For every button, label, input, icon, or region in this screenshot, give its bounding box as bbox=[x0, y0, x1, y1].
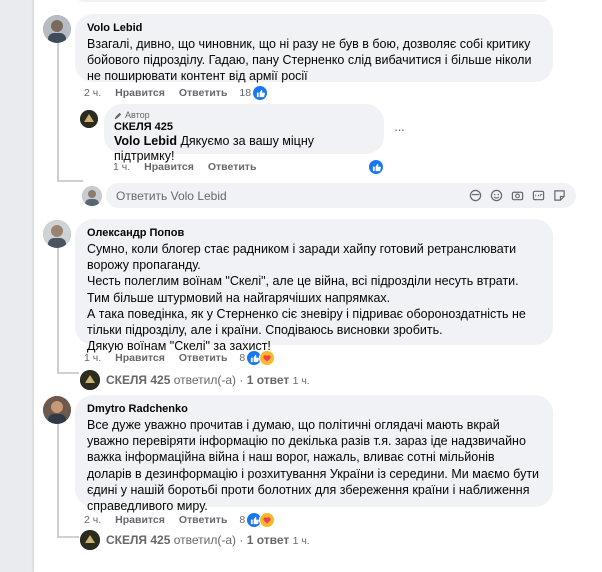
comment-bubble: Dmytro Radchenko Все дуже уважно прочита… bbox=[75, 395, 553, 513]
replies-time: 1 ч. bbox=[292, 535, 310, 547]
comment-actions: 1 ч. Нравится Ответить 8 bbox=[84, 350, 276, 366]
comment-time[interactable]: 1 ч. bbox=[84, 352, 101, 364]
reply-time[interactable]: 1 ч. bbox=[113, 161, 130, 173]
thread-line bbox=[57, 42, 59, 182]
reply-link[interactable]: Ответить bbox=[179, 87, 228, 99]
avatar-photo-icon bbox=[82, 186, 102, 206]
thread-line bbox=[57, 246, 59, 374]
comment-author[interactable]: Volo Lebid bbox=[87, 21, 541, 36]
reaction-number: 18 bbox=[239, 87, 252, 99]
replies-summary[interactable]: СКЕЛЯ 425 ответил(-а) · 1 ответ 1 ч. bbox=[80, 530, 310, 550]
care-reaction-icon bbox=[259, 350, 276, 366]
thumbs-up-icon[interactable] bbox=[369, 160, 383, 174]
replies-count: 1 ответ bbox=[246, 533, 290, 547]
avatar-photo-icon bbox=[43, 220, 71, 248]
reply-bubble: Автор СКЕЛЯ 425 Volo Lebid Дякуємо за ва… bbox=[104, 104, 384, 163]
like-link[interactable]: Нравится bbox=[144, 161, 194, 173]
replies-time: 1 ч. bbox=[292, 375, 310, 387]
more-options-button[interactable]: ··· bbox=[394, 122, 405, 137]
avatar[interactable] bbox=[43, 15, 71, 43]
replier-name: СКЕЛЯ 425 bbox=[106, 533, 171, 547]
like-link[interactable]: Нравится bbox=[115, 352, 165, 364]
replies-count: 1 ответ bbox=[246, 373, 290, 387]
reply-link[interactable]: Ответить bbox=[208, 161, 257, 173]
comment-bubble: Олександр Попов Сумно, коли блогер стає … bbox=[75, 219, 553, 353]
thumbs-up-icon bbox=[253, 86, 268, 100]
input-toolbar bbox=[469, 189, 566, 202]
avatar-photo-icon bbox=[43, 15, 71, 43]
comment-time[interactable]: 2 ч. bbox=[84, 87, 101, 99]
emoji-icon[interactable] bbox=[490, 189, 503, 202]
replier-name: СКЕЛЯ 425 bbox=[106, 373, 171, 387]
like-link[interactable]: Нравится bbox=[115, 514, 165, 526]
author-badge: Автор bbox=[114, 110, 374, 121]
replies-action: ответил(-а) · bbox=[170, 373, 247, 387]
reply-input[interactable]: Ответить Volo Lebid bbox=[106, 183, 576, 208]
reply-mention[interactable]: Volo Lebid bbox=[114, 134, 177, 148]
thread-line bbox=[57, 422, 59, 538]
comment-actions: 2 ч. Нравится Ответить 8 bbox=[84, 512, 276, 528]
reply-link[interactable]: Ответить bbox=[179, 352, 228, 364]
replies-summary[interactable]: СКЕЛЯ 425 ответил(-а) · 1 ответ 1 ч. bbox=[80, 370, 310, 390]
reply-author[interactable]: СКЕЛЯ 425 bbox=[114, 121, 374, 134]
reply-actions: 1 ч. Нравится Ответить bbox=[113, 161, 256, 173]
current-user-avatar bbox=[82, 186, 102, 206]
avatar-sticker-icon[interactable] bbox=[469, 189, 482, 202]
thread-line bbox=[57, 536, 79, 538]
thread-line bbox=[57, 180, 83, 182]
camera-icon[interactable] bbox=[511, 189, 524, 202]
replies-summary-text: СКЕЛЯ 425 ответил(-а) · 1 ответ 1 ч. bbox=[106, 373, 310, 387]
comment-bubble: Volo Lebid Взагалі, дивно, що чиновник, … bbox=[75, 14, 553, 84]
like-link[interactable]: Нравится bbox=[115, 87, 165, 99]
avatar[interactable] bbox=[43, 396, 71, 424]
unit-logo-icon bbox=[80, 370, 100, 390]
unit-logo-icon bbox=[80, 110, 98, 128]
comment-text: Сумно, коли блогер стає радником і зарад… bbox=[87, 242, 526, 354]
comment-text: Все дуже уважно прочитав і думаю, що пол… bbox=[87, 418, 543, 514]
avatar[interactable] bbox=[43, 220, 71, 248]
avatar[interactable] bbox=[80, 110, 98, 128]
reaction-count[interactable]: 8 bbox=[239, 512, 276, 528]
thread-line bbox=[57, 372, 79, 374]
avatar-photo-icon bbox=[43, 396, 71, 424]
previous-comment-bottom bbox=[74, 0, 552, 2]
comment-text: Взагалі, дивно, що чиновник, що ні разу … bbox=[87, 37, 535, 84]
unit-logo-icon bbox=[80, 530, 100, 550]
comment-author[interactable]: Dmytro Radchenko bbox=[87, 402, 541, 417]
care-reaction-icon bbox=[259, 512, 276, 528]
reaction-count[interactable]: 8 bbox=[239, 350, 276, 366]
sticker-icon[interactable] bbox=[553, 189, 566, 202]
reply-link[interactable]: Ответить bbox=[179, 514, 228, 526]
reply-input-placeholder: Ответить Volo Lebid bbox=[116, 188, 227, 203]
pencil-icon bbox=[114, 112, 122, 119]
reply-text: Volo Lebid Дякуємо за вашу міцну підтрим… bbox=[114, 134, 374, 164]
replies-action: ответил(-а) · bbox=[170, 533, 247, 547]
gif-icon[interactable] bbox=[532, 189, 545, 202]
author-badge-label: Автор bbox=[125, 110, 150, 120]
reaction-number: 8 bbox=[239, 514, 246, 526]
comment-time[interactable]: 2 ч. bbox=[84, 514, 101, 526]
comment-author[interactable]: Олександр Попов bbox=[87, 226, 541, 241]
reaction-count[interactable]: 18 bbox=[239, 86, 268, 100]
comment-actions: 2 ч. Нравится Ответить 18 bbox=[84, 86, 268, 100]
replies-summary-text: СКЕЛЯ 425 ответил(-а) · 1 ответ 1 ч. bbox=[106, 533, 310, 547]
reaction-number: 8 bbox=[239, 352, 246, 364]
